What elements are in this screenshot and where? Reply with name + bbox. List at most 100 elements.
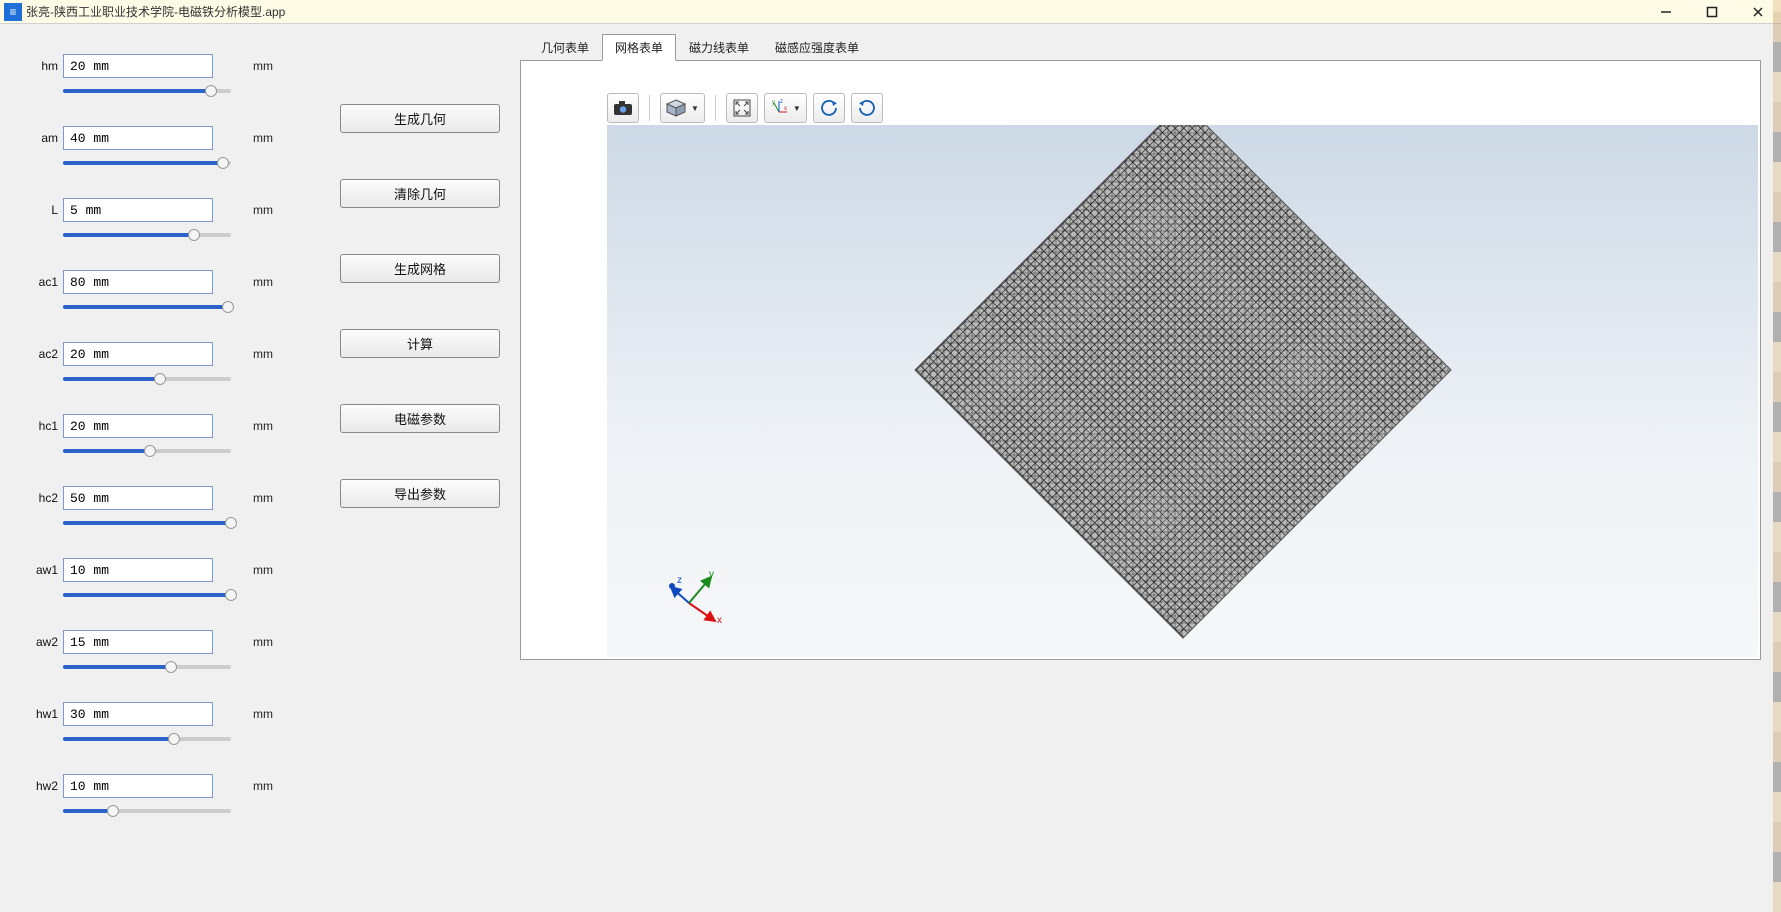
view-cube-icon [666, 99, 686, 117]
view-cube-button[interactable]: ▼ [660, 93, 705, 123]
rotate-cw-button[interactable] [851, 93, 883, 123]
camera-icon [613, 100, 633, 116]
clear-geometry-button[interactable]: 清除几何 [340, 179, 500, 208]
minimize-button[interactable] [1643, 0, 1689, 24]
param-input-aw1[interactable] [63, 558, 213, 582]
tab-bfield[interactable]: 磁感应强度表单 [762, 34, 872, 61]
tab-geom[interactable]: 几何表单 [528, 34, 602, 61]
param-input-hw1[interactable] [63, 702, 213, 726]
param-slider-ac2[interactable] [63, 372, 231, 386]
param-label: hw2 [30, 779, 58, 793]
param-unit: mm [253, 131, 273, 145]
param-input-hc2[interactable] [63, 486, 213, 510]
right-edge-decoration [1773, 0, 1781, 912]
param-input-hw2[interactable] [63, 774, 213, 798]
param-slider-ac1[interactable] [63, 300, 231, 314]
param-unit: mm [253, 563, 273, 577]
param-input-am[interactable] [63, 126, 213, 150]
param-label: hm [30, 59, 58, 73]
param-slider-L[interactable] [63, 228, 231, 242]
param-row-L: Lmm [30, 198, 300, 242]
param-label: aw1 [30, 563, 58, 577]
param-input-hm[interactable] [63, 54, 213, 78]
axis-y-label: y [709, 569, 714, 580]
toolbar-separator [715, 95, 716, 121]
viewer-frame: ▼ xyz ▼ [520, 60, 1761, 660]
em-parameters-button[interactable]: 电磁参数 [340, 404, 500, 433]
toolbar-separator [649, 95, 650, 121]
actions-column: 生成几何 清除几何 生成网格 计算 电磁参数 导出参数 [300, 54, 500, 892]
param-input-ac2[interactable] [63, 342, 213, 366]
tab-bar: 几何表单网格表单磁力线表单磁感应强度表单 [528, 34, 1761, 61]
param-input-L[interactable] [63, 198, 213, 222]
param-label: ac1 [30, 275, 58, 289]
param-slider-hw1[interactable] [63, 732, 231, 746]
axes-orientation-button[interactable]: xyz ▼ [764, 93, 807, 123]
app-icon: ≡ [4, 3, 22, 21]
compute-button[interactable]: 计算 [340, 329, 500, 358]
graphics-canvas[interactable]: x y z [607, 125, 1758, 657]
param-slider-hc2[interactable] [63, 516, 231, 530]
param-unit: mm [253, 779, 273, 793]
parameters-column: hmmmammmLmmac1mmac2mmhc1mmhc2mmaw1mmaw2m… [30, 54, 300, 892]
zoom-fit-button[interactable] [726, 93, 758, 123]
param-unit: mm [253, 635, 273, 649]
param-row-hw1: hw1 mm [30, 702, 300, 746]
param-unit: mm [253, 275, 273, 289]
param-row-aw1: aw1 mm [30, 558, 300, 602]
title-bar: ≡ 张亮-陕西工业职业技术学院-电磁铁分析模型.app [0, 0, 1781, 24]
right-panel: 几何表单网格表单磁力线表单磁感应强度表单 ▼ [520, 24, 1781, 912]
param-slider-am[interactable] [63, 156, 231, 170]
param-unit: mm [253, 59, 273, 73]
window-controls [1643, 0, 1781, 24]
rotate-ccw-button[interactable] [813, 93, 845, 123]
param-input-hc1[interactable] [63, 414, 213, 438]
svg-text:y: y [772, 100, 775, 106]
left-panel: hmmmammmLmmac1mmac2mmhc1mmhc2mmaw1mmaw2m… [0, 24, 520, 912]
chevron-down-icon: ▼ [691, 104, 699, 113]
axis-x-label: x [717, 615, 722, 626]
svg-text:x: x [784, 106, 787, 112]
param-label: aw2 [30, 635, 58, 649]
param-input-aw2[interactable] [63, 630, 213, 654]
param-slider-aw2[interactable] [63, 660, 231, 674]
orientation-triad: x y z [669, 569, 729, 629]
svg-text:z: z [780, 99, 783, 105]
param-label: ac2 [30, 347, 58, 361]
param-slider-hm[interactable] [63, 84, 231, 98]
rotate-ccw-icon [820, 99, 838, 117]
camera-snapshot-button[interactable] [607, 93, 639, 123]
export-parameters-button[interactable]: 导出参数 [340, 479, 500, 508]
param-label: am [30, 131, 58, 145]
param-row-hc1: hc1 mm [30, 414, 300, 458]
param-input-ac1[interactable] [63, 270, 213, 294]
param-slider-hw2[interactable] [63, 804, 231, 818]
tab-mesh[interactable]: 网格表单 [602, 34, 676, 61]
param-row-hc2: hc2 mm [30, 486, 300, 530]
param-unit: mm [253, 203, 273, 217]
param-row-ac1: ac1 mm [30, 270, 300, 314]
tab-flux[interactable]: 磁力线表单 [676, 34, 762, 61]
param-unit: mm [253, 491, 273, 505]
param-row-hm: hm mm [30, 54, 300, 98]
param-label: hc1 [30, 419, 58, 433]
param-unit: mm [253, 707, 273, 721]
param-slider-aw1[interactable] [63, 588, 231, 602]
param-row-ac2: ac2 mm [30, 342, 300, 386]
maximize-button[interactable] [1689, 0, 1735, 24]
param-label: hw1 [30, 707, 58, 721]
param-label: L [30, 203, 58, 217]
param-unit: mm [253, 347, 273, 361]
mesh-surface [914, 125, 1451, 638]
generate-mesh-button[interactable]: 生成网格 [340, 254, 500, 283]
param-slider-hc1[interactable] [63, 444, 231, 458]
zoom-fit-icon [733, 99, 751, 117]
param-row-am: am mm [30, 126, 300, 170]
app-body: hmmmammmLmmac1mmac2mmhc1mmhc2mmaw1mmaw2m… [0, 24, 1781, 912]
param-label: hc2 [30, 491, 58, 505]
viewer-toolbar: ▼ xyz ▼ [607, 91, 883, 125]
param-unit: mm [253, 419, 273, 433]
generate-geometry-button[interactable]: 生成几何 [340, 104, 500, 133]
rotate-cw-icon [858, 99, 876, 117]
axis-z-label: z [677, 575, 682, 586]
